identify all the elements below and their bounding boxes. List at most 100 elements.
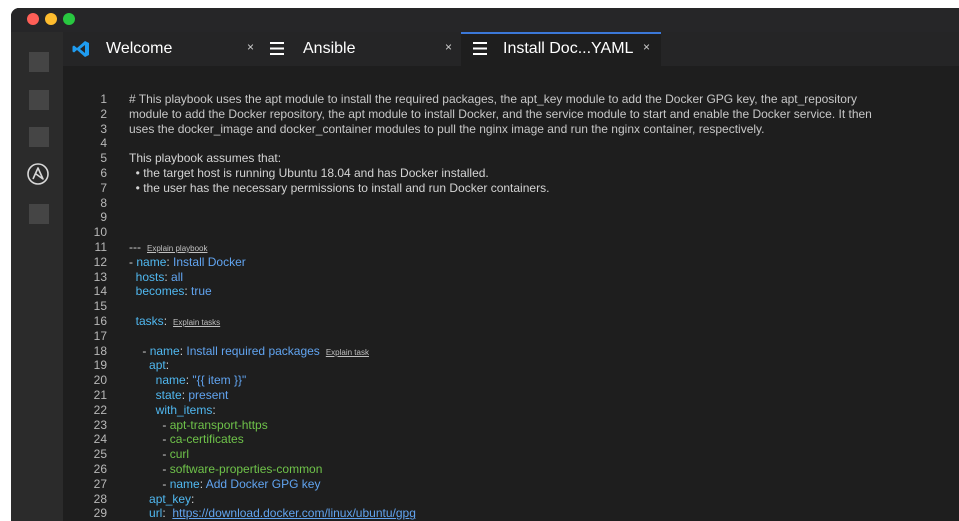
code-line[interactable]: 29 url: https://download.docker.com/linu… xyxy=(63,506,959,521)
code-text: url: https://download.docker.com/linux/u… xyxy=(129,506,416,521)
yaml-colon: : xyxy=(163,314,168,328)
yaml-key: name xyxy=(155,373,186,388)
line-number: 28 xyxy=(93,491,107,506)
code-text: module to add the Docker repository, the… xyxy=(129,107,872,122)
code-line[interactable]: 5 This playbook assumes that: xyxy=(63,151,959,166)
code-line[interactable]: 13 hosts: all xyxy=(63,270,959,285)
code-line[interactable]: 1 # This playbook uses the apt module to … xyxy=(63,92,959,107)
yaml-value: present xyxy=(185,388,229,402)
code-text: apt_key: xyxy=(129,492,194,507)
line-number: 9 xyxy=(100,210,107,225)
tab-welcome[interactable]: Welcome × xyxy=(63,32,261,66)
code-line[interactable]: 17 xyxy=(63,329,959,344)
code-line[interactable]: 21 state: present xyxy=(63,388,959,403)
close-window-button[interactable] xyxy=(27,13,39,25)
code-line[interactable]: 12 - name: Install Docker xyxy=(63,255,959,270)
line-number: 7 xyxy=(100,180,107,195)
yaml-colon: : xyxy=(212,402,216,417)
ansible-icon[interactable] xyxy=(26,162,50,186)
code-text-segment: module to add the Docker repository, the… xyxy=(129,106,872,121)
line-number: 13 xyxy=(93,269,107,284)
yaml-list-item: ca-certificates xyxy=(169,432,244,447)
tab-install-docker-yaml[interactable]: Install Doc...YAML × xyxy=(461,32,661,66)
yaml-value: all xyxy=(167,269,184,284)
code-line[interactable]: 7 • the user has the necessary permissio… xyxy=(63,181,959,196)
line-number: 1 xyxy=(100,92,107,106)
line-number: 15 xyxy=(93,299,107,314)
code-line[interactable]: 8 xyxy=(63,196,959,211)
line-number: 8 xyxy=(100,195,107,210)
line-number: 29 xyxy=(93,506,107,521)
code-line[interactable]: 2 module to add the Docker repository, th… xyxy=(63,107,959,122)
maximize-window-button[interactable] xyxy=(63,13,75,25)
yaml-colon: : xyxy=(162,506,166,521)
code-line[interactable]: 19 apt: xyxy=(63,358,959,373)
activity-bar xyxy=(11,32,63,521)
code-line[interactable]: 4 xyxy=(63,136,959,151)
close-tab-icon[interactable]: × xyxy=(247,40,254,54)
code-line[interactable]: 22 with_items: xyxy=(63,403,959,418)
code-line[interactable]: 10 xyxy=(63,225,959,240)
explain-codelens-link[interactable]: Explain playbook xyxy=(147,244,207,253)
activity-item-search-icon[interactable] xyxy=(29,90,49,110)
code-text: - software-properties-common xyxy=(129,462,322,477)
code-line[interactable]: 16 tasks: Explain tasks xyxy=(63,314,959,329)
code-text: • the target host is running Ubuntu 18.0… xyxy=(129,166,489,181)
line-number: 27 xyxy=(93,476,107,491)
tab-label: Welcome xyxy=(106,40,173,57)
yaml-list-item: curl xyxy=(169,447,190,462)
code-line[interactable]: 24 - ca-certificates xyxy=(63,432,959,447)
explain-codelens-link[interactable]: Explain task xyxy=(326,348,369,357)
vscode-logo-icon xyxy=(72,40,90,63)
code-text: with_items: xyxy=(129,403,216,418)
menu-lines-icon xyxy=(270,42,284,60)
line-number: 3 xyxy=(100,121,107,136)
yaml-list-item: software-properties-common xyxy=(169,462,323,476)
line-number: 25 xyxy=(93,447,107,462)
code-line[interactable]: 20 name: "{{ item }}" xyxy=(63,373,959,388)
activity-item-extensions-icon[interactable] xyxy=(29,204,49,224)
code-line[interactable]: 25 - curl xyxy=(63,447,959,462)
code-text: - ca-certificates xyxy=(129,432,244,447)
explain-codelens-link[interactable]: Explain tasks xyxy=(173,318,220,327)
code-line[interactable]: 9 xyxy=(63,210,959,225)
tab-label: Ansible xyxy=(303,40,356,57)
line-number: 16 xyxy=(93,314,107,328)
line-number: 6 xyxy=(100,166,107,180)
tab-ansible[interactable]: Ansible × xyxy=(261,32,461,66)
code-line[interactable]: 26 - software-properties-common xyxy=(63,462,959,477)
yaml-value: Add Docker GPG key xyxy=(203,476,321,491)
code-line[interactable]: 23 - apt-transport-https xyxy=(63,418,959,433)
yaml-dash: - xyxy=(162,432,170,447)
code-editor[interactable]: 1 # This playbook uses the apt module to … xyxy=(63,66,959,521)
yaml-colon: : xyxy=(165,358,170,373)
yaml-dash: - xyxy=(142,343,150,358)
line-number: 11 xyxy=(94,240,107,254)
yaml-key: name xyxy=(169,476,200,491)
tab-bar: Welcome × Ansible × Install Doc...YAML × xyxy=(63,32,959,66)
activity-item-source-control-icon[interactable] xyxy=(29,127,49,147)
yaml-list-item: apt-transport-https xyxy=(169,417,268,432)
code-line[interactable]: 27 - name: Add Docker GPG key xyxy=(63,477,959,492)
code-line[interactable]: 6 • the target host is running Ubuntu 18… xyxy=(63,166,959,181)
line-number: 26 xyxy=(93,462,107,476)
code-line[interactable]: 3 uses the docker_image and docker_contai… xyxy=(63,122,959,137)
code-line[interactable]: 18 - name: Install required packages Expl… xyxy=(63,344,959,359)
activity-item-explorer-icon[interactable] xyxy=(29,52,49,72)
code-text: • the user has the necessary permissions… xyxy=(129,181,550,196)
line-number: 23 xyxy=(93,417,107,432)
code-line[interactable]: 11 --- Explain playbook xyxy=(63,240,959,255)
line-number: 24 xyxy=(93,432,107,447)
line-number: 14 xyxy=(93,284,107,299)
yaml-key: with_items xyxy=(155,402,213,417)
code-line[interactable]: 28 apt_key: xyxy=(63,492,959,507)
close-tab-icon[interactable]: × xyxy=(445,40,452,54)
code-line[interactable]: 14 becomes: true xyxy=(63,284,959,299)
code-text: This playbook assumes that: xyxy=(129,151,281,166)
minimize-window-button[interactable] xyxy=(45,13,57,25)
code-line[interactable]: 15 xyxy=(63,299,959,314)
close-tab-icon[interactable]: × xyxy=(643,40,650,54)
yaml-url-link[interactable]: https://download.docker.com/linux/ubuntu… xyxy=(172,506,416,520)
yaml-colon: : xyxy=(191,491,195,506)
code-text: apt: xyxy=(129,358,169,373)
